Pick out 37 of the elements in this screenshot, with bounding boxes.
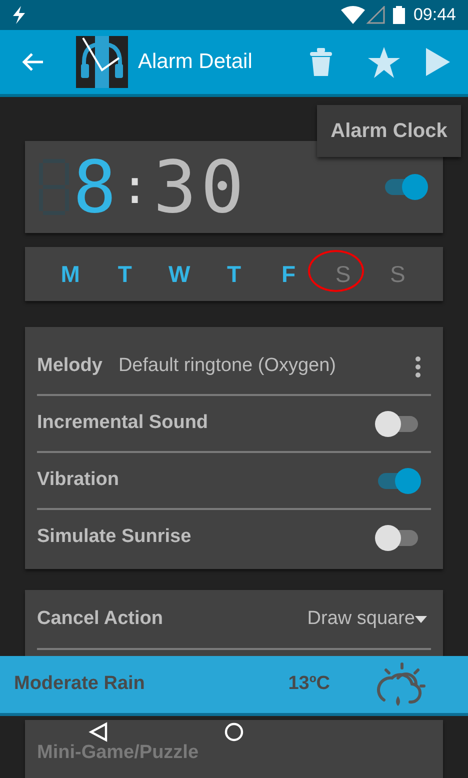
day-toggle[interactable]: F: [282, 260, 296, 287]
weather-condition: Moderate Rain: [14, 672, 146, 696]
overflow-menu-icon[interactable]: [415, 356, 421, 378]
play-icon[interactable]: [426, 48, 450, 76]
tooltip: Alarm Clock: [317, 105, 461, 157]
setting-label: Simulate Sunrise: [37, 525, 192, 550]
delete-icon[interactable]: [310, 48, 332, 76]
setting-label: Vibration: [37, 468, 120, 492]
caret-icon: [415, 616, 427, 622]
screen-title: Alarm Detail: [138, 49, 254, 76]
setting-label: Cancel Action: [37, 606, 164, 631]
day-toggle[interactable]: S: [390, 260, 406, 287]
temperature: 13ºC: [288, 672, 330, 696]
star-icon[interactable]: [368, 46, 400, 78]
back-icon[interactable]: [22, 52, 44, 72]
back-nav-icon[interactable]: [88, 722, 108, 742]
battery-icon: [393, 6, 406, 24]
time-separator: :: [120, 163, 154, 211]
setting-label: Incremental Sound: [37, 411, 210, 436]
setting-label: Melody: [37, 354, 102, 378]
setting-value[interactable]: Default ringtone (Oxygen): [118, 352, 415, 381]
minutes-digits: 30: [153, 151, 248, 223]
day-toggle[interactable]: S: [335, 260, 351, 287]
dropdown-field[interactable]: Draw square: [307, 604, 427, 634]
day-toggle[interactable]: T: [226, 260, 241, 287]
wifi-icon: [341, 6, 366, 24]
hour-digit: 8: [73, 151, 120, 223]
home-nav-icon[interactable]: [224, 722, 244, 742]
status-time: 09:44: [413, 4, 456, 26]
app-logo-icon: [76, 36, 128, 88]
weather-icon: [374, 662, 428, 708]
day-toggle[interactable]: T: [118, 260, 132, 287]
setting-label: Mini-Game/Puzzle: [37, 741, 199, 765]
day-toggle[interactable]: M: [60, 260, 80, 287]
day-toggle[interactable]: W: [168, 260, 190, 287]
signal-icon: [365, 6, 386, 24]
flash-icon: [12, 6, 26, 24]
